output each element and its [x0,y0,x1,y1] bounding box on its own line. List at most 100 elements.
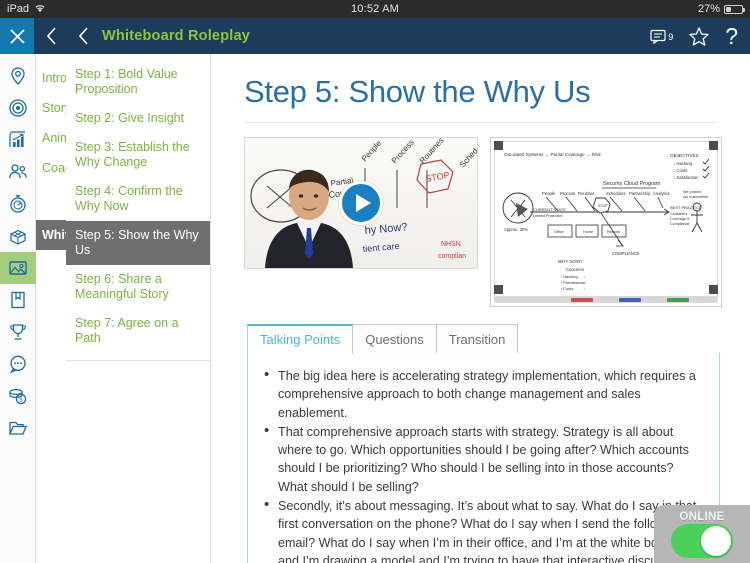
status-time: 10:52 AM [350,3,400,15]
star-icon [689,26,709,46]
tab-questions[interactable]: Questions [352,324,437,354]
bar-chart-growth-icon [8,131,25,147]
page-title: Step 5: Show the Why Us [244,74,591,109]
ios-status-bar: iPad 10:52 AM 27% [0,0,750,18]
svg-text:Process: Process [560,191,575,196]
step-list: Step 1: Bold Value Proposition Step 2: G… [66,54,210,361]
rail-item-analytics[interactable] [0,124,36,156]
video-person-figure [265,169,353,268]
rail-item-pricing[interactable]: $ [0,380,36,412]
toggle-knob [701,525,731,556]
talking-point-2: That comprehensive approach starts with … [262,422,703,496]
rail-item-package[interactable] [0,220,36,252]
online-toggle[interactable] [671,523,733,558]
rail-item-stopwatch[interactable] [0,188,36,220]
rail-item-location[interactable] [0,60,36,92]
question-mark-icon: ? [725,22,738,49]
svg-text:Partnership: Partnership [629,191,651,196]
step-item-7[interactable]: Step 7: Agree on a Path [66,309,210,353]
step-item-1[interactable]: Step 1: Bold Value Proposition [66,60,210,104]
favorite-button[interactable] [689,26,709,46]
svg-text:People: People [360,138,384,163]
close-button[interactable] [0,18,34,54]
battery-icon [724,4,745,14]
whiteboard-image[interactable]: Out-dated Systems → Partial Coverage → R… [490,137,722,307]
chevron-left-icon [46,27,56,45]
svg-text:WHY NOW?: WHY NOW? [558,259,583,264]
back-button[interactable] [34,18,68,54]
svg-text:hy Now?: hy Now? [364,221,408,237]
svg-text:↓ Costs: ↓ Costs [673,168,687,173]
svg-text:↓: ↓ [583,286,585,291]
tab-transition[interactable]: Transition [435,324,519,354]
svg-text:our customers!: our customers! [683,195,708,199]
step-item-6[interactable]: Step 6: Share a Meaningful Story [66,265,210,309]
svg-text:Approx. 30%: Approx. 30% [504,227,528,232]
help-button[interactable]: ? [725,22,738,49]
whiteboard-diagram: Out-dated Systems → Partial Coverage → R… [502,152,710,291]
location-pin-icon [10,67,25,85]
svg-text:Compliance: Compliance [670,222,689,226]
rail-item-discussion[interactable] [0,348,36,380]
talking-point-3: Secondly, it’s about messaging. It’s abo… [262,496,703,563]
step-item-3[interactable]: Step 3: Establish the Why Change [66,133,210,177]
comment-icon [650,29,666,44]
svg-text:↑ Costs: ↑ Costs [560,286,573,291]
online-status-widget[interactable]: ONLINE [654,505,750,563]
svg-text:STOP: STOP [425,170,451,184]
wb-stop-node: STOP [598,204,608,208]
svg-text:NHSN: NHSN [441,241,461,248]
svg-text:Consistent: Consistent [670,212,687,216]
talking-point-1: The big idea here is accelerating strate… [262,366,703,422]
content-tabs: Talking Points Questions Transition [211,307,750,354]
book-icon [10,291,25,309]
svg-text:tient care: tient care [362,241,400,254]
money-coins-icon: $ [8,388,26,405]
folder-icon [8,421,27,435]
open-box-icon [9,229,26,245]
step-item-4[interactable]: Step 4: Confirm the Why Now [66,177,210,221]
rail-item-media[interactable] [0,252,36,284]
stopwatch-icon [9,195,26,213]
step-item-5[interactable]: Step 5: Show the Why Us [66,221,210,265]
rail-item-people[interactable] [0,156,36,188]
svg-text:complian: complian [438,253,466,260]
svg-text:Routines: Routines [578,191,595,196]
svg-text:↓: ↓ [583,280,585,285]
wb-program-title: Security Cloud Program [603,181,661,187]
back-button-secondary[interactable] [66,18,100,54]
rail-item-files[interactable] [0,412,36,444]
navbar-actions: 9 ? [650,22,750,49]
play-icon [355,194,371,212]
step-item-2[interactable]: Step 2: Give Insight [66,104,210,133]
svg-text:Schedules: Schedules [606,191,626,196]
svg-text:$: $ [19,397,22,403]
svg-text:Limited Protection: Limited Protection [533,214,563,218]
svg-text:↑ Hacking: ↑ Hacking [560,274,578,279]
tab-talking-points[interactable]: Talking Points [247,324,354,354]
comments-button[interactable]: 9 [650,29,673,44]
status-right: 27% [697,3,745,15]
wb-header-text: Out-dated Systems → Partial Coverage → R… [504,152,601,157]
rail-item-library[interactable] [0,284,36,316]
svg-text:Coverage &: Coverage & [670,217,690,221]
icon-rail: $ [0,54,36,563]
video-thumbnail[interactable]: Partial Coverage People Process Routines… [244,137,478,269]
rail-item-awards[interactable] [0,316,36,348]
svg-text:Process: Process [390,138,416,165]
chevron-left-icon [78,27,88,45]
play-button[interactable] [339,181,383,225]
rail-item-target[interactable] [0,92,36,124]
svg-text:People: People [542,191,556,196]
top-navbar: Whiteboard Roleplay 9 ? [0,18,750,54]
chat-bubble-icon [9,355,26,374]
whiteboard-marker-green [667,298,689,302]
svg-text:↑ Satisfaction: ↑ Satisfaction [673,175,699,180]
trophy-icon [9,324,26,340]
svg-text:We protect: We protect [683,190,702,194]
svg-text:↓ Hacking: ↓ Hacking [673,161,692,166]
image-icon [8,261,27,275]
battery-percent: 27% [697,3,720,15]
svg-text:COMPLIANCE: COMPLIANCE [612,251,640,256]
svg-text:Concerns: Concerns [566,267,584,272]
